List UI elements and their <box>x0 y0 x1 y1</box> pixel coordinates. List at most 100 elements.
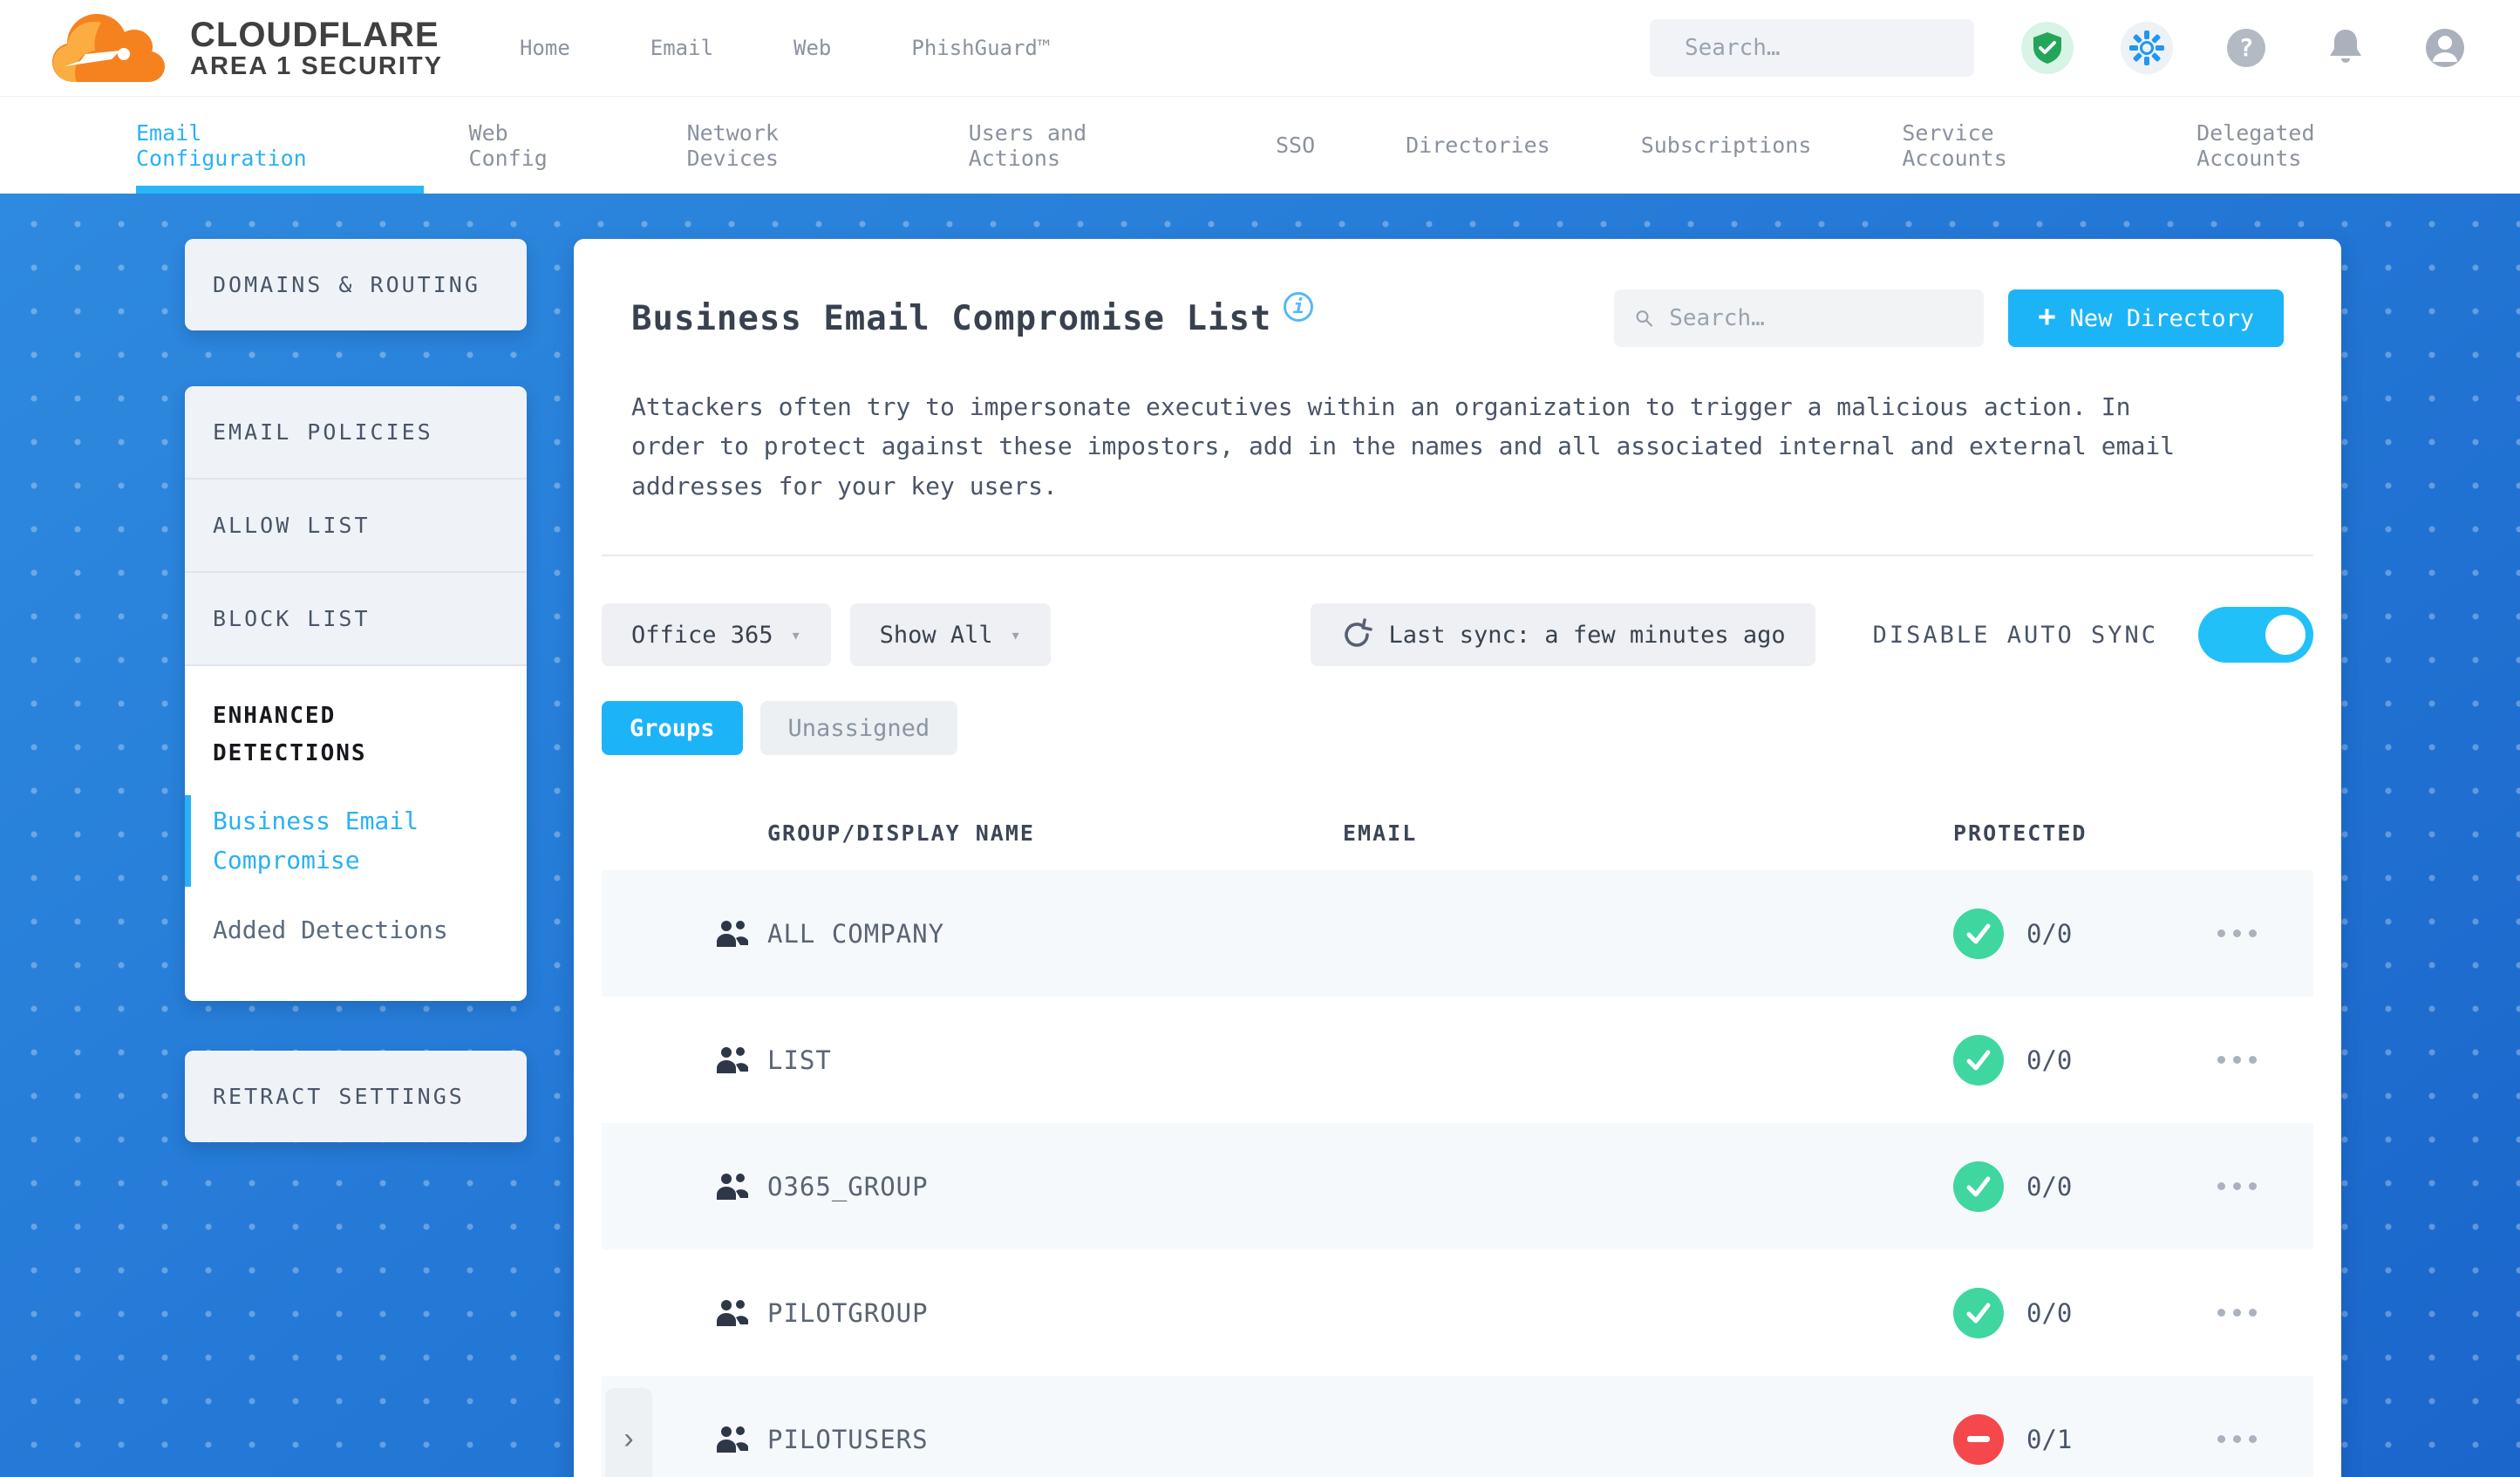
protected-ratio: 0/0 <box>2026 918 2073 949</box>
chevron-down-icon: ▾ <box>1010 624 1021 646</box>
sidebar: DOMAINS & ROUTING EMAIL POLICIES ALLOW L… <box>185 239 527 1143</box>
last-sync-label: Last sync: a few minutes ago <box>1388 621 1786 649</box>
row-actions-menu[interactable] <box>2217 1435 2313 1444</box>
show-filter-value: Show All <box>879 621 993 649</box>
sidebar-item-retract-settings[interactable]: RETRACT SETTINGS <box>185 1051 527 1143</box>
page-description: Attackers often try to impersonate execu… <box>631 392 2176 500</box>
list-search-input[interactable] <box>1669 305 1964 331</box>
table-row: O365_GROUP 0/0 <box>602 1123 2313 1250</box>
disable-auto-sync-label: DISABLE AUTO SYNC <box>1872 621 2158 649</box>
notifications-bell-icon[interactable] <box>2319 22 2372 74</box>
tab-directories[interactable]: Directories <box>1360 97 1596 194</box>
top-nav-item-web[interactable]: Web <box>793 36 831 60</box>
protected-cell: 0/0 <box>1953 1034 2217 1086</box>
tab-email-configuration[interactable]: Email Configuration <box>49 97 424 194</box>
show-filter-select[interactable]: Show All ▾ <box>849 603 1051 667</box>
sidebar-item-added-detections[interactable]: Added Detections <box>213 904 499 957</box>
info-icon[interactable]: i <box>1284 292 1314 322</box>
sidebar-item-enhanced-detections[interactable]: ENHANCED DETECTIONS <box>213 698 499 773</box>
row-actions-menu[interactable] <box>2217 1309 2313 1317</box>
filter-row: Office 365 ▾ Show All ▾ Last sync: a few… <box>574 603 2341 667</box>
protected-ratio: 0/0 <box>2026 1045 2073 1075</box>
content-area: DOMAINS & ROUTING EMAIL POLICIES ALLOW L… <box>0 194 2520 1477</box>
group-people-icon <box>715 1298 767 1328</box>
logo-brand: CLOUDFLARE <box>190 15 439 54</box>
directory-select[interactable]: Office 365 ▾ <box>602 603 831 667</box>
tab-users-and-actions[interactable]: Users and Actions <box>923 97 1230 194</box>
page-title: Business Email Compromise List <box>631 298 1272 338</box>
title-actions: + New Directory <box>1614 289 2284 347</box>
last-sync-button[interactable]: Last sync: a few minutes ago <box>1310 603 1815 667</box>
protected-ok-icon <box>1953 908 2004 959</box>
user-account-icon[interactable] <box>2419 22 2471 74</box>
refresh-icon <box>1344 618 1372 647</box>
settings-gear-icon[interactable] <box>2121 22 2173 74</box>
header-right: ? <box>1650 19 2471 77</box>
cloudflare-logo[interactable]: CLOUDFLARE AREA 1 SECURITY <box>49 10 443 85</box>
chevron-down-icon: ▾ <box>790 624 801 646</box>
table-row: LIST 0/0 <box>602 997 2313 1123</box>
group-name: O365_GROUP <box>767 1171 929 1201</box>
list-search[interactable] <box>1614 289 1985 347</box>
expand-row-button[interactable]: › <box>605 1387 652 1477</box>
row-actions-menu[interactable] <box>2217 1056 2313 1065</box>
tab-subscriptions[interactable]: Subscriptions <box>1596 97 1857 194</box>
tab-delegated-accounts[interactable]: Delegated Accounts <box>2151 97 2471 194</box>
top-nav-item-phishguard-[interactable]: PhishGuard™ <box>911 36 1050 60</box>
cloudflare-cloud-icon <box>52 14 165 82</box>
protected-ratio: 0/0 <box>2026 1297 2073 1328</box>
protected-ok-icon <box>1953 1287 2004 1338</box>
sidebar-card-policies: EMAIL POLICIES ALLOW LIST BLOCK LIST ENH… <box>185 386 527 1002</box>
tab-service-accounts[interactable]: Service Accounts <box>1856 97 2151 194</box>
sidebar-item-domains-routing[interactable]: DOMAINS & ROUTING <box>185 239 527 330</box>
protected-ok-icon <box>1953 1034 2004 1086</box>
logo-text: CLOUDFLARE AREA 1 SECURITY <box>190 17 443 79</box>
sidebar-item-block-list[interactable]: BLOCK LIST <box>185 573 527 664</box>
protected-blocked-icon <box>1953 1413 2004 1465</box>
row-actions-menu[interactable] <box>2217 1182 2313 1191</box>
sidebar-item-allow-list[interactable]: ALLOW LIST <box>185 480 527 571</box>
new-directory-button[interactable]: + New Directory <box>2008 289 2284 347</box>
protected-cell: 0/0 <box>1953 1160 2217 1212</box>
view-tab-groups[interactable]: Groups <box>602 701 743 756</box>
new-directory-label: New Directory <box>2069 304 2254 332</box>
sidebar-item-email-policies[interactable]: EMAIL POLICIES <box>185 386 527 478</box>
auto-sync-toggle[interactable] <box>2198 607 2313 664</box>
row-actions-menu[interactable] <box>2217 929 2313 938</box>
tab-network-devices[interactable]: Network Devices <box>642 97 923 194</box>
section-tabbar: Email Configuration Web Config Network Dev… <box>0 96 2520 194</box>
table-body: ALL COMPANY 0/0 LIST 0/0 O365_GROUP 0/0 … <box>602 870 2313 1477</box>
group-name: ALL COMPANY <box>767 918 945 949</box>
tab-web-config[interactable]: Web Config <box>424 97 642 194</box>
security-status-icon[interactable] <box>2021 22 2074 74</box>
sidebar-card-domains: DOMAINS & ROUTING <box>185 239 527 330</box>
tab-sso[interactable]: SSO <box>1230 97 1360 194</box>
group-people-icon <box>715 1045 767 1075</box>
group-people-icon <box>715 1425 767 1454</box>
table-header-row: GROUP/DISPLAY NAME EMAIL PROTECTED <box>602 795 2313 870</box>
view-tab-unassigned[interactable]: Unassigned <box>759 701 958 756</box>
logo-subtitle: AREA 1 SECURITY <box>190 51 443 80</box>
svg-text:?: ? <box>2239 33 2254 62</box>
search-icon <box>1636 310 1653 327</box>
global-search[interactable] <box>1650 19 1979 77</box>
top-nav-item-email[interactable]: Email <box>650 36 713 60</box>
title-row: Business Email Compromise List i + New D… <box>574 239 2341 347</box>
group-name: PILOTGROUP <box>767 1297 929 1328</box>
top-nav-item-home[interactable]: Home <box>520 36 570 60</box>
protected-cell: 0/0 <box>1953 1287 2217 1338</box>
protected-ratio: 0/1 <box>2026 1424 2073 1454</box>
table-row: ALL COMPANY 0/0 <box>602 870 2313 997</box>
sidebar-item-business-email-compromise[interactable]: Business Email Compromise <box>185 794 499 888</box>
sidebar-card-retract: RETRACT SETTINGS <box>185 1051 527 1143</box>
help-icon[interactable]: ? <box>2220 22 2272 74</box>
group-people-icon <box>715 1172 767 1201</box>
protected-ok-icon <box>1953 1160 2004 1212</box>
table-row: PILOTGROUP 0/0 <box>602 1249 2313 1376</box>
main-card: Business Email Compromise List i + New D… <box>574 239 2341 1477</box>
view-tabs: Groups Unassigned <box>574 701 2341 756</box>
directory-select-value: Office 365 <box>631 621 773 649</box>
toggle-knob <box>2265 615 2305 656</box>
group-people-icon <box>715 919 767 949</box>
global-search-input[interactable] <box>1685 35 1979 61</box>
